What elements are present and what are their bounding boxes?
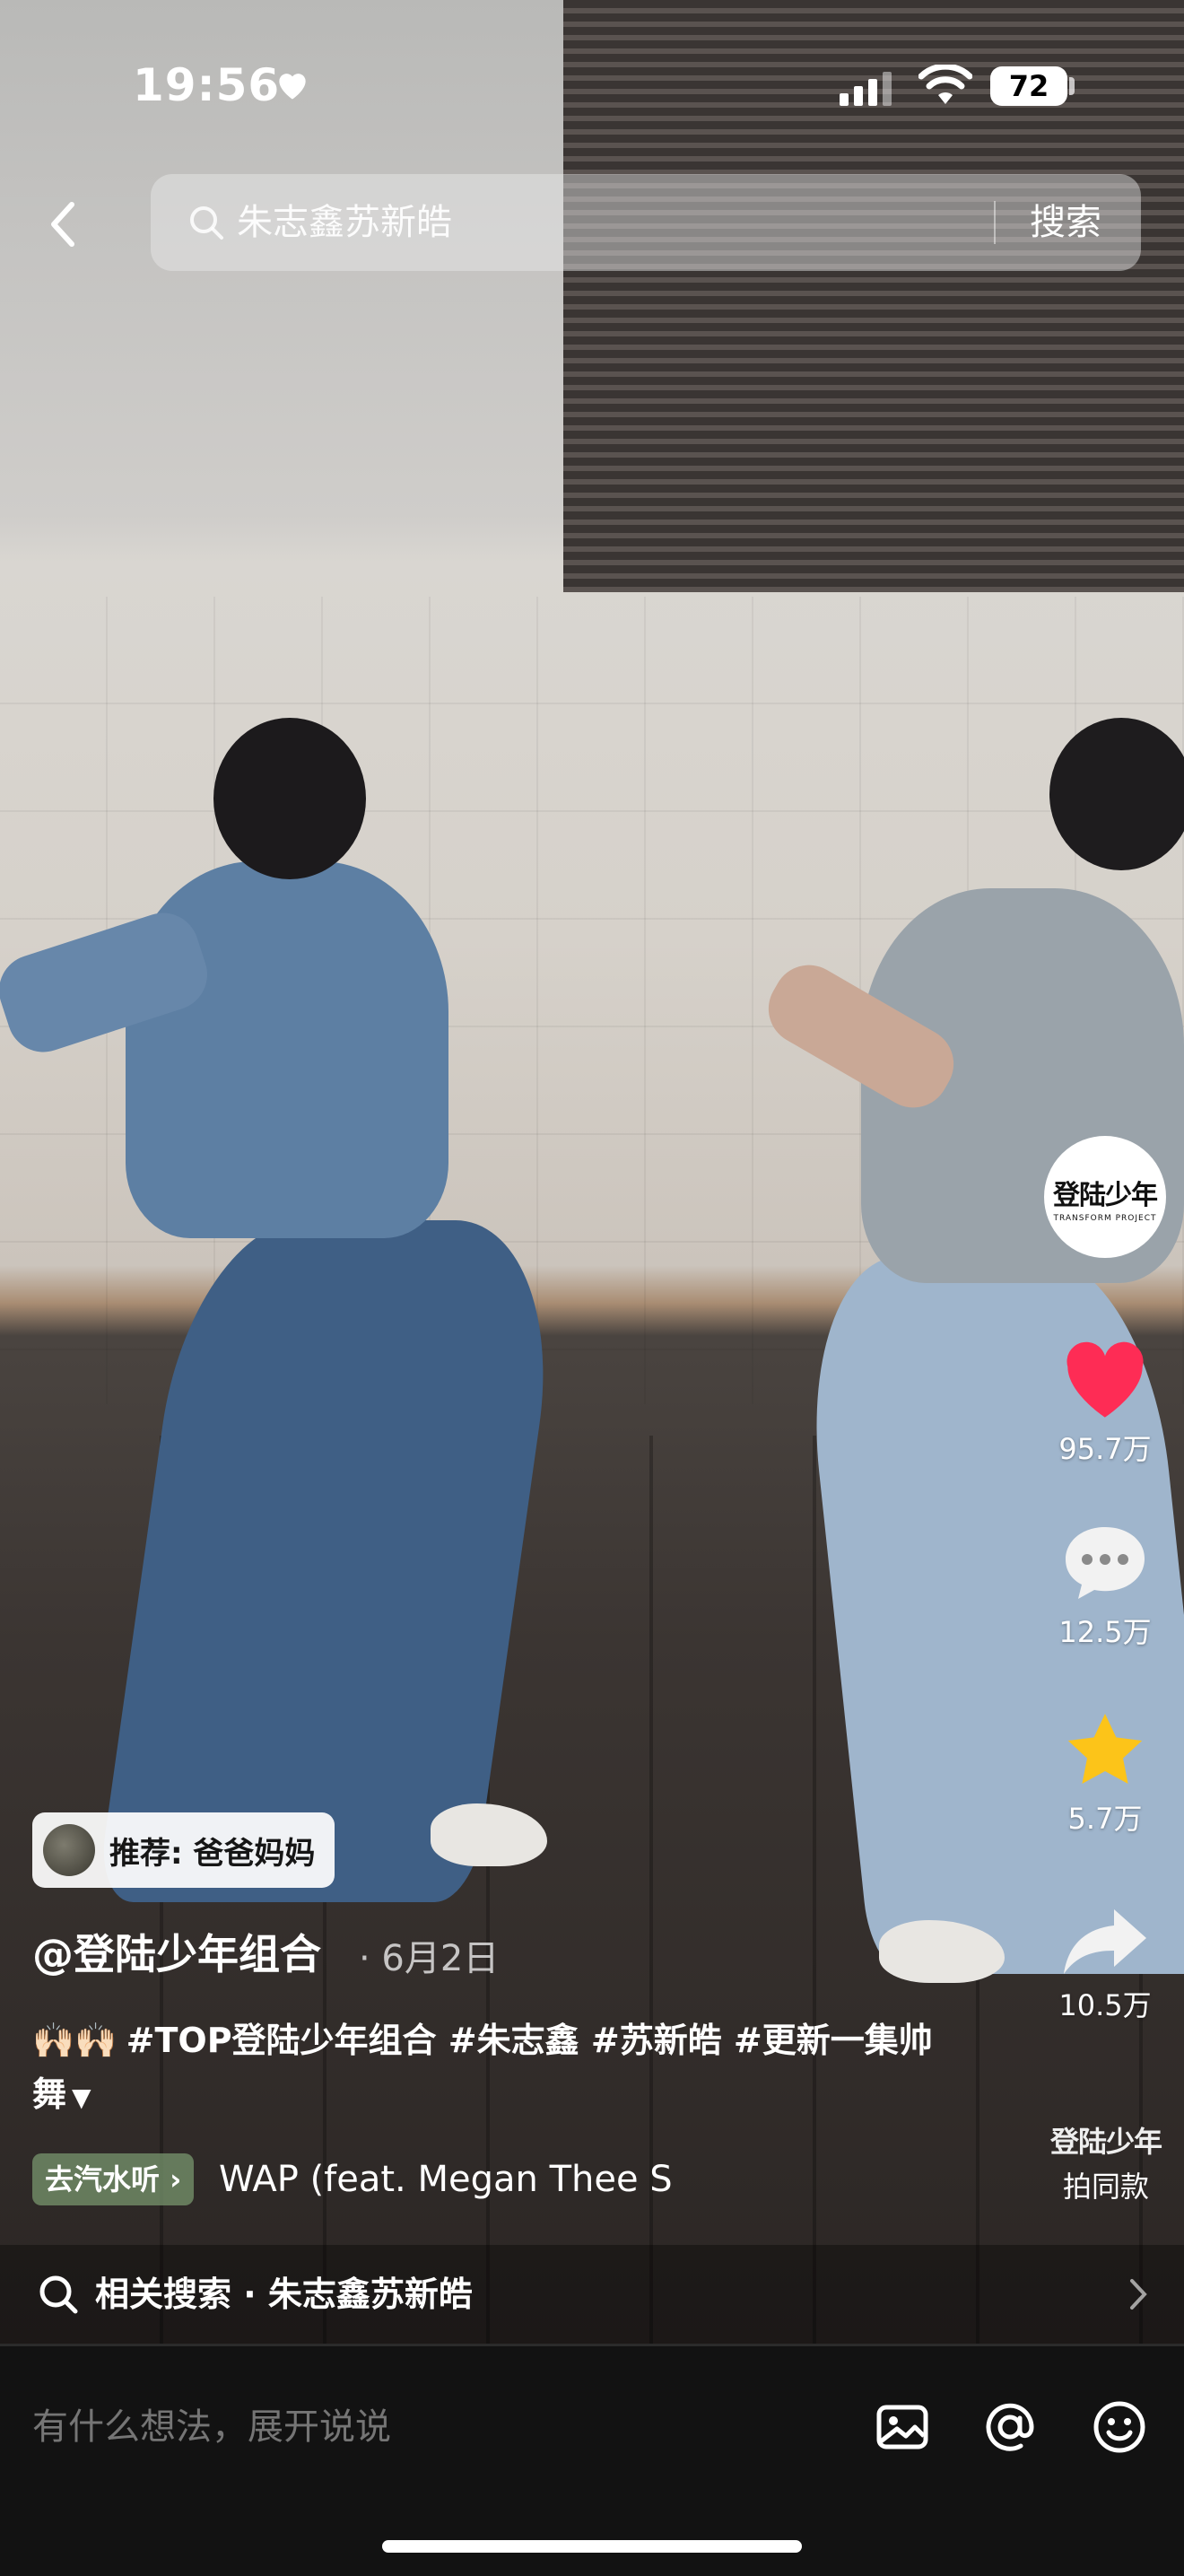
raised-hands-emoji-icon: 🙌🏻🙌🏻 bbox=[32, 2021, 118, 2060]
same-style-label: 拍同款 bbox=[1062, 2170, 1149, 2204]
creator-avatar[interactable]: 登陆少年 TRANSFORM PROJECT bbox=[1044, 1136, 1166, 1258]
recommendation-chip[interactable]: 推荐: 爸爸妈妈 bbox=[32, 1812, 335, 1888]
creator-avatar-logo: 登陆少年 bbox=[1053, 1180, 1158, 1211]
like-button[interactable]: 95.7万 bbox=[1049, 1339, 1161, 1468]
related-search-text: 相关搜索 · 朱志鑫苏新皓 bbox=[95, 2275, 473, 2314]
same-style-button[interactable]: 登陆少年 拍同款 bbox=[1048, 2119, 1164, 2205]
at-mention-icon[interactable] bbox=[981, 2398, 1039, 2456]
music-app-chip[interactable]: 去汽水听 › bbox=[32, 2153, 195, 2205]
favorite-count: 5.7万 bbox=[1067, 1802, 1143, 1836]
emoji-icon[interactable] bbox=[1091, 2398, 1148, 2456]
comment-count: 12.5万 bbox=[1058, 1615, 1152, 1649]
caption-text: #TOP登陆少年组合 #朱志鑫 #苏新皓 #更新一集帅舞 bbox=[32, 2021, 933, 2114]
video-player[interactable] bbox=[0, 0, 1184, 2344]
battery-cap bbox=[1069, 77, 1075, 95]
search-icon bbox=[190, 206, 223, 240]
heart-status-icon bbox=[279, 74, 306, 100]
search-button[interactable]: 搜索 bbox=[1030, 196, 1101, 249]
related-search-bar[interactable]: 相关搜索 · 朱志鑫苏新皓 bbox=[0, 2245, 1184, 2344]
share-button[interactable]: 10.5万 bbox=[1049, 1906, 1161, 2024]
comment-input[interactable]: 有什么想法，展开说说 bbox=[32, 2391, 391, 2463]
creator-avatar-subtext: TRANSFORM PROJECT bbox=[1053, 1214, 1157, 1223]
search-divider bbox=[994, 201, 996, 244]
search-icon bbox=[39, 2275, 78, 2314]
comment-input-bar: 有什么想法，展开说说 bbox=[0, 2344, 1184, 2576]
chevron-right-icon bbox=[1130, 2279, 1147, 2310]
like-count: 95.7万 bbox=[1058, 1432, 1152, 1466]
status-time: 19:56 bbox=[133, 59, 281, 111]
search-bar[interactable]: 朱志鑫苏新皓 搜索 bbox=[151, 174, 1141, 271]
wifi-icon bbox=[918, 65, 972, 104]
post-caption[interactable]: 🙌🏻🙌🏻 #TOP登陆少年组合 #朱志鑫 #苏新皓 #更新一集帅舞 ▼ bbox=[32, 2013, 947, 2125]
share-arrow-icon bbox=[1064, 1909, 1146, 1974]
heart-icon bbox=[1066, 1341, 1144, 1418]
dancer-right-head bbox=[1049, 718, 1184, 870]
star-icon bbox=[1067, 1714, 1143, 1784]
home-indicator bbox=[382, 2540, 802, 2553]
battery-indicator: 72 bbox=[990, 66, 1067, 106]
chevron-down-icon[interactable]: ▼ bbox=[72, 2071, 91, 2125]
recommendation-avatar bbox=[43, 1824, 95, 1876]
same-style-logo: 登陆少年 bbox=[1049, 2125, 1162, 2159]
search-input[interactable]: 朱志鑫苏新皓 bbox=[237, 196, 452, 249]
back-button[interactable] bbox=[36, 188, 90, 260]
post-date: · 6月2日 bbox=[359, 1938, 500, 1979]
comment-bubble-icon bbox=[1066, 1527, 1145, 1599]
image-icon[interactable] bbox=[874, 2398, 931, 2456]
recommendation-text: 推荐: 爸爸妈妈 bbox=[109, 1835, 316, 1872]
favorite-button[interactable]: 5.7万 bbox=[1049, 1708, 1161, 1838]
dancer-left-head bbox=[213, 718, 366, 879]
comment-button[interactable]: 12.5万 bbox=[1049, 1522, 1161, 1651]
author-name[interactable]: @登陆少年组合 bbox=[32, 1922, 321, 1981]
cellular-signal-icon bbox=[840, 72, 892, 106]
share-count: 10.5万 bbox=[1058, 1988, 1152, 2022]
chevron-left-icon bbox=[51, 202, 74, 247]
music-title[interactable]: WAP (feat. Megan Thee S bbox=[219, 2153, 685, 2205]
